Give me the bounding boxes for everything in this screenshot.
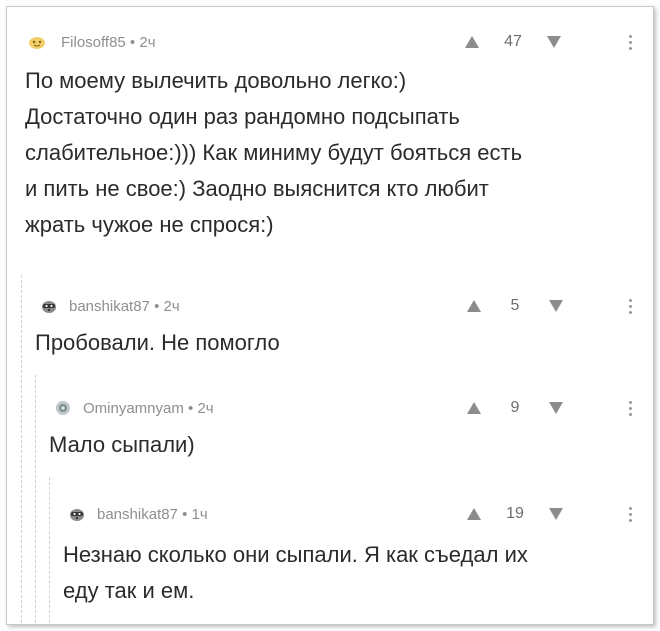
meta-separator: • — [125, 34, 140, 51]
thread-line[interactable] — [35, 375, 37, 623]
comment-time: 2ч — [163, 298, 180, 315]
vote-controls: 19 — [467, 503, 563, 525]
comment-text: По моему вылечить довольно легко:) Доста… — [25, 68, 523, 237]
comment-text: Незнаю сколько они сыпали. Я как съедал … — [63, 542, 528, 603]
comment-thread: Filosoff85 • 2ч 47 По моему вылечить дов… — [6, 6, 654, 625]
comment-header: Filosoff85 • 2ч 47 — [25, 31, 639, 55]
vote-controls: 9 — [467, 397, 563, 419]
more-options-icon[interactable] — [623, 397, 637, 419]
rating-count: 47 — [504, 33, 522, 50]
upvote-arrow-icon[interactable] — [467, 402, 481, 414]
comment-text: Мало сыпали) — [49, 432, 195, 457]
comment-meta: Ominyamnyam • 2ч — [83, 400, 214, 417]
comment: banshikat87 • 1ч 19 Незнаю сколько они с… — [63, 503, 639, 615]
upvote-arrow-icon[interactable] — [467, 508, 481, 520]
rating-count: 5 — [510, 297, 520, 314]
downvote-arrow-icon[interactable] — [547, 36, 561, 48]
comment: banshikat87 • 2ч 5 Пробовали. Не помогло — [35, 295, 639, 365]
rating-count: 19 — [506, 505, 524, 522]
upvote-arrow-icon[interactable] — [465, 36, 479, 48]
comment-time: 1ч — [191, 506, 208, 523]
meta-separator: • — [177, 506, 192, 523]
raccoon-avatar-icon[interactable] — [67, 505, 87, 523]
author-name[interactable]: Ominyamnyam — [83, 400, 184, 417]
vote-controls: 5 — [467, 295, 563, 317]
emoji-avatar-icon[interactable] — [27, 33, 47, 51]
vote-controls: 47 — [465, 31, 561, 53]
round-avatar-icon[interactable] — [53, 399, 73, 417]
meta-separator: • — [149, 298, 164, 315]
more-options-icon[interactable] — [623, 503, 637, 525]
author-name[interactable]: banshikat87 — [69, 298, 150, 315]
author-name[interactable]: Filosoff85 — [61, 34, 126, 51]
comment-meta: banshikat87 • 2ч — [69, 298, 180, 315]
comment-time: 2ч — [197, 400, 214, 417]
meta-separator: • — [183, 400, 198, 417]
more-options-icon[interactable] — [623, 295, 637, 317]
thread-line[interactable] — [21, 275, 23, 623]
comment-time: 2ч — [139, 34, 156, 51]
raccoon-avatar-icon[interactable] — [39, 297, 59, 315]
more-options-icon[interactable] — [623, 31, 637, 53]
comment-text: Пробовали. Не помогло — [35, 330, 280, 355]
comment-header: banshikat87 • 2ч 5 — [35, 295, 639, 319]
author-name[interactable]: banshikat87 — [97, 506, 178, 523]
downvote-arrow-icon[interactable] — [549, 508, 563, 520]
comment-meta: Filosoff85 • 2ч — [61, 34, 156, 51]
comment: Filosoff85 • 2ч 47 По моему вылечить дов… — [25, 31, 639, 263]
comment-meta: banshikat87 • 1ч — [97, 506, 208, 523]
comment-header: Ominyamnyam • 2ч 9 — [49, 397, 639, 421]
thread-line[interactable] — [49, 477, 51, 623]
comment: Ominyamnyam • 2ч 9 Мало сыпали) — [49, 397, 639, 467]
upvote-arrow-icon[interactable] — [467, 300, 481, 312]
downvote-arrow-icon[interactable] — [549, 300, 563, 312]
rating-count: 9 — [510, 399, 520, 416]
comment-header: banshikat87 • 1ч 19 — [63, 503, 639, 527]
downvote-arrow-icon[interactable] — [549, 402, 563, 414]
